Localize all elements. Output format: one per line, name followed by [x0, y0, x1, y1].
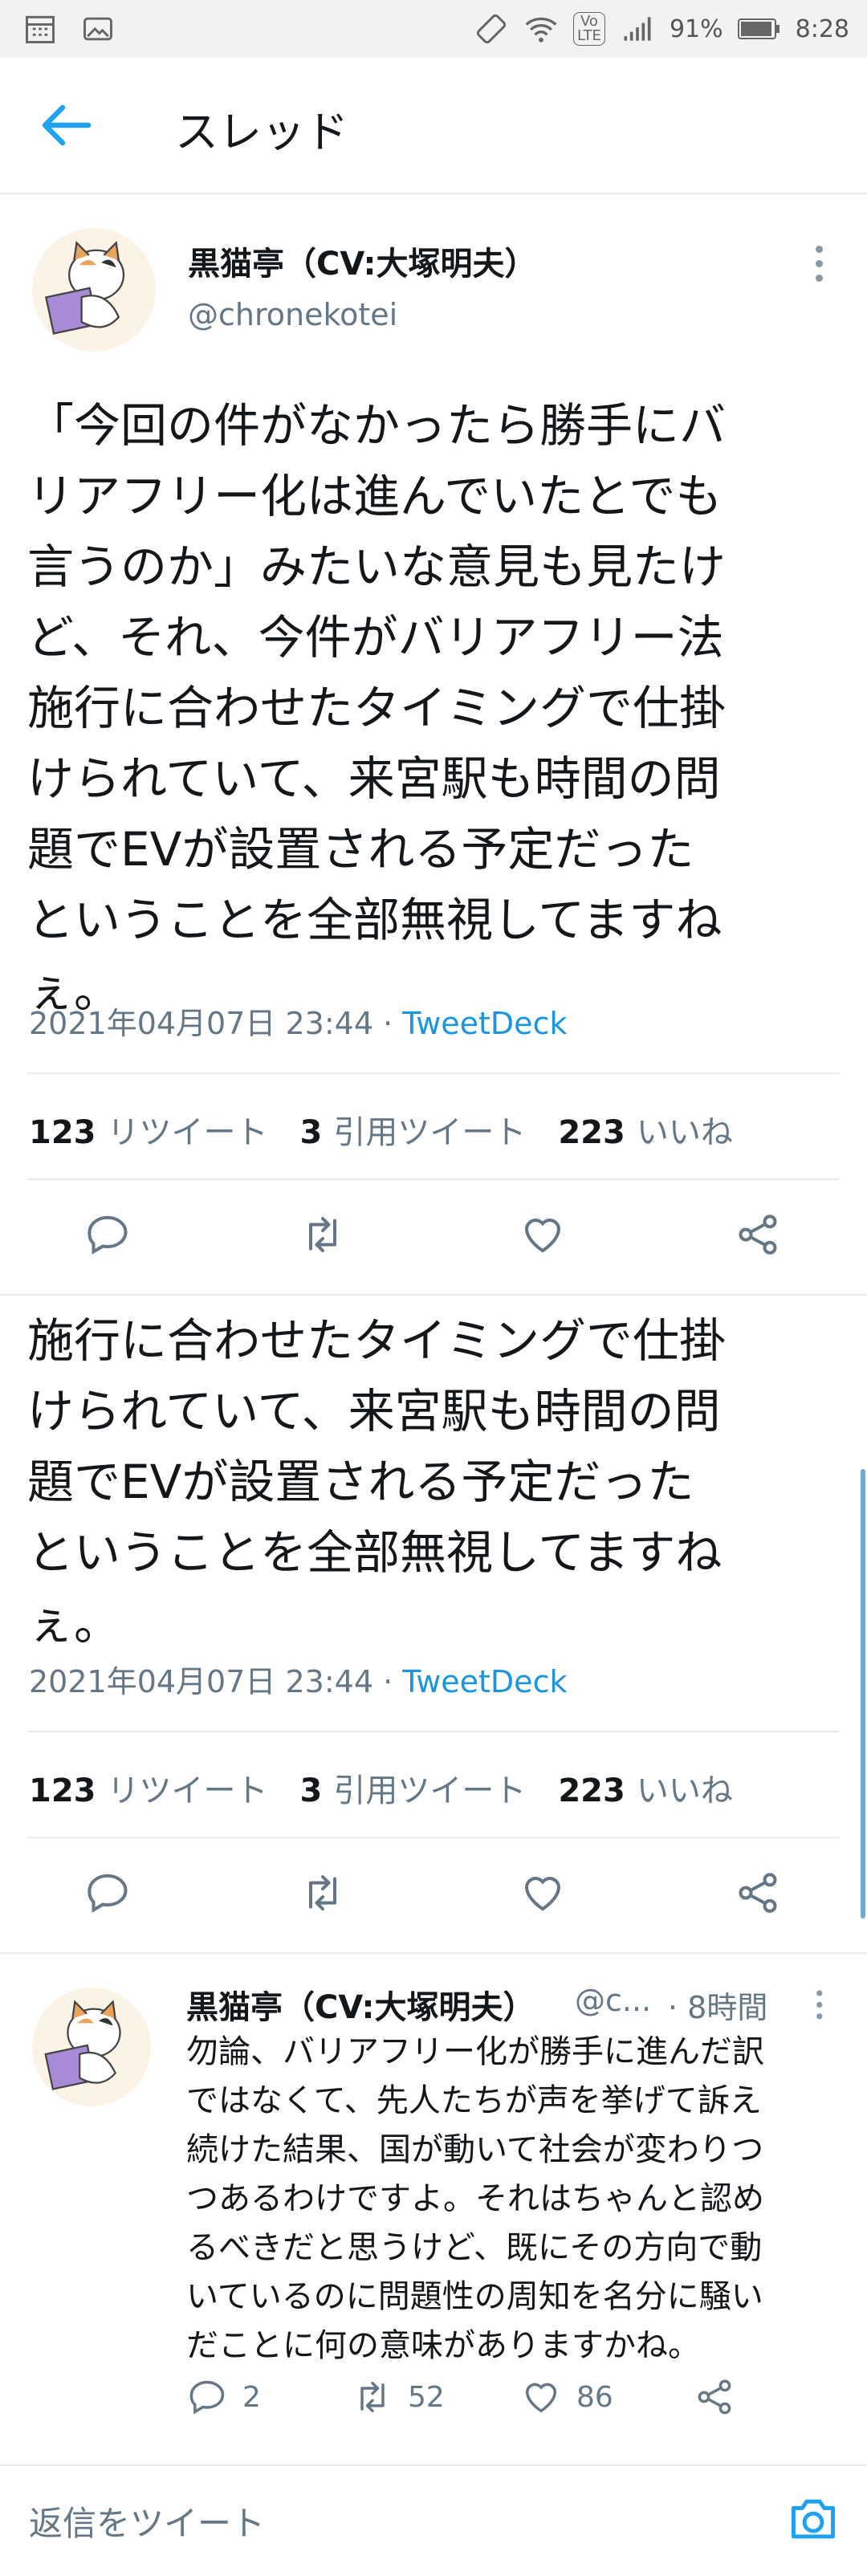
scrollbar[interactable]: [861, 1469, 865, 1919]
tweet-client-link[interactable]: TweetDeck: [402, 1006, 567, 1041]
reply-input[interactable]: 返信をツイート: [29, 2497, 265, 2545]
rotate-icon: [476, 14, 507, 44]
like-count[interactable]: 223 いいね: [558, 1106, 733, 1153]
reply-author-handle[interactable]: @c...: [575, 1983, 651, 2018]
divider: [27, 1178, 840, 1180]
reply-count: 2: [242, 2380, 261, 2414]
reply-author-name[interactable]: 黒猫亭（CV:大塚明夫）: [186, 1981, 535, 2028]
retweet-icon[interactable]: [299, 1869, 347, 1917]
tweet-meta: 2021年04月07日 23:44 · TweetDeck: [29, 1657, 567, 1701]
tweet-actions: [0, 1869, 867, 1933]
signal-icon: [624, 17, 651, 41]
reply-share-button[interactable]: [694, 2376, 735, 2418]
app-header: スレッド: [0, 58, 867, 194]
reply-retweet-button[interactable]: 52: [352, 2376, 445, 2418]
meta-separator: ·: [373, 1006, 403, 1041]
retweet-icon: [360, 2381, 385, 2413]
reply-time: · 8時間: [668, 1990, 768, 2025]
quote-count[interactable]: 3 引用ツイート: [300, 1106, 527, 1153]
tweet-meta: 2021年04月07日 23:44 · TweetDeck: [29, 999, 567, 1043]
reply-icon[interactable]: [83, 1211, 132, 1259]
back-arrow-icon[interactable]: [40, 104, 92, 146]
retweet-icon[interactable]: [299, 1211, 347, 1259]
author-handle[interactable]: @chronekotei: [188, 297, 397, 332]
tweet-date: 2021年04月07日 23:44: [29, 1664, 374, 1699]
like-count: 86: [576, 2380, 613, 2414]
reply-reply-button[interactable]: 2: [186, 2376, 261, 2418]
clock: 8:28: [795, 14, 849, 43]
avatar[interactable]: [32, 228, 156, 352]
tweet-stats: 123 リツイート 3 引用ツイート 223 いいね: [29, 1764, 733, 1811]
share-icon[interactable]: [734, 1211, 782, 1259]
author-name[interactable]: 黒猫亭（CV:大塚明夫）: [188, 238, 537, 284]
battery-percent: 91%: [669, 14, 723, 43]
more-vertical-icon[interactable]: [816, 1990, 824, 2025]
page-title: スレッド: [175, 107, 348, 157]
meta-separator: ·: [373, 1664, 403, 1699]
retweet-count: 52: [408, 2380, 445, 2414]
retweet-count[interactable]: 123 リツイート: [29, 1764, 268, 1811]
camera-icon[interactable]: [787, 2495, 840, 2543]
like-icon: [525, 2383, 557, 2413]
volte-icon: Vo LTE: [573, 12, 605, 46]
image-icon: [83, 17, 112, 41]
divider: [0, 1952, 867, 1954]
share-icon[interactable]: [734, 1869, 782, 1917]
divider: [27, 1837, 840, 1838]
quote-count[interactable]: 3 引用ツイート: [300, 1764, 527, 1811]
divider: [27, 1731, 840, 1732]
like-count[interactable]: 223 いいね: [558, 1764, 733, 1811]
reply-icon[interactable]: [83, 1869, 132, 1917]
reply-like-button[interactable]: 86: [520, 2376, 613, 2418]
divider: [27, 1072, 840, 1074]
tweet-client-link[interactable]: TweetDeck: [402, 1664, 567, 1699]
tweet-stats: 123 リツイート 3 引用ツイート 223 いいね: [29, 1106, 733, 1153]
more-vertical-icon[interactable]: [816, 246, 825, 289]
reply-icon: [189, 2380, 225, 2415]
like-icon[interactable]: [519, 1211, 567, 1259]
status-bar: Vo LTE 91% 8:28: [0, 0, 867, 58]
like-icon[interactable]: [519, 1869, 567, 1917]
retweet-count[interactable]: 123 リツイート: [29, 1106, 268, 1153]
tweet-actions: [0, 1211, 867, 1275]
tweet-text: 「今回の件がなかったら勝手にバ リアフリー化は進んでいたとでも 言うのか」みたい…: [27, 398, 727, 1018]
wifi-icon: [525, 17, 557, 43]
reply-actions: 2 52 86: [186, 2376, 845, 2424]
compose-reply-bar[interactable]: 返信をツイート: [0, 2464, 867, 2576]
calendar-icon: [26, 15, 55, 43]
share-icon: [698, 2379, 731, 2415]
divider: [0, 1294, 867, 1296]
tweet-date: 2021年04月07日 23:44: [29, 1006, 374, 1041]
battery-icon: [737, 18, 779, 39]
avatar[interactable]: [32, 1988, 151, 2106]
tweet-text-repeat: 施行に合わせたタイミングで仕掛 けられていて、来宮駅も時間の問 題でEVが設置さ…: [27, 1313, 727, 1650]
reply-text: 勿論、バリアフリー化が勝手に進んだ訳 ではなくて、先人たちが声を挙げて訴え 続け…: [186, 2033, 764, 2364]
